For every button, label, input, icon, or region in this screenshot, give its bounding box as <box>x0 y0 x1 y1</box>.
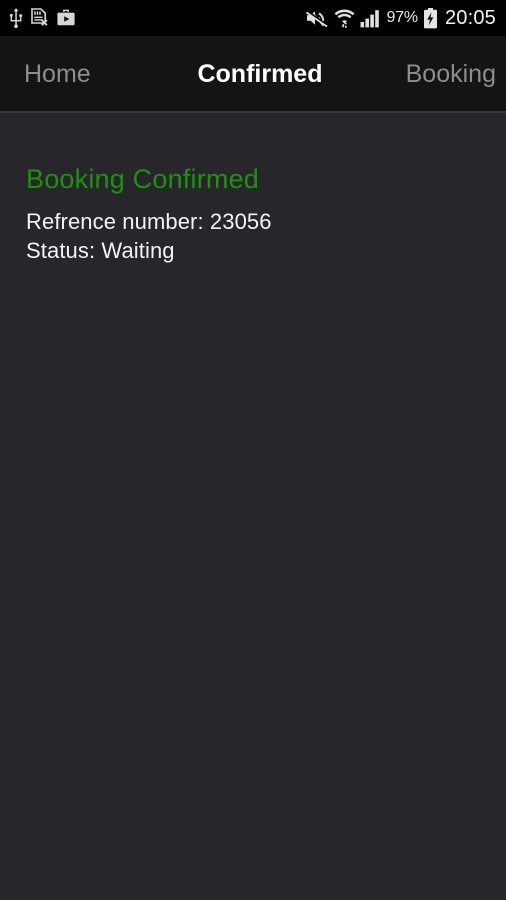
tab-home[interactable]: Home <box>0 60 181 89</box>
play-store-download-icon <box>56 8 76 28</box>
sd-card-removed-icon <box>30 7 50 29</box>
status-bar-left-icons <box>8 7 76 29</box>
tab-booking[interactable]: Booking <box>339 60 506 89</box>
status-label: Status: Waiting <box>26 238 175 263</box>
reference-number-label: Refrence number: 23056 <box>26 209 272 234</box>
tab-confirmed[interactable]: Confirmed <box>181 60 338 89</box>
app-screen: 97% 20:05 Home Confirmed Booking Booking… <box>0 0 506 900</box>
status-bar: 97% 20:05 <box>0 0 506 36</box>
content-area: Booking Confirmed Refrence number: 23056… <box>0 115 506 900</box>
usb-icon <box>8 8 24 28</box>
wifi-icon <box>334 8 355 28</box>
volume-mute-icon <box>305 8 329 28</box>
status-bar-clock: 20:05 <box>444 6 496 29</box>
battery-percent-label: 97% <box>386 9 419 26</box>
status-bar-right-icons: 97% 20:05 <box>305 7 497 30</box>
tab-bar: Home Confirmed Booking <box>0 36 506 113</box>
battery-charging-icon <box>423 7 438 29</box>
cellular-signal-icon <box>360 9 382 28</box>
booking-confirmed-title: Booking Confirmed <box>26 164 260 194</box>
